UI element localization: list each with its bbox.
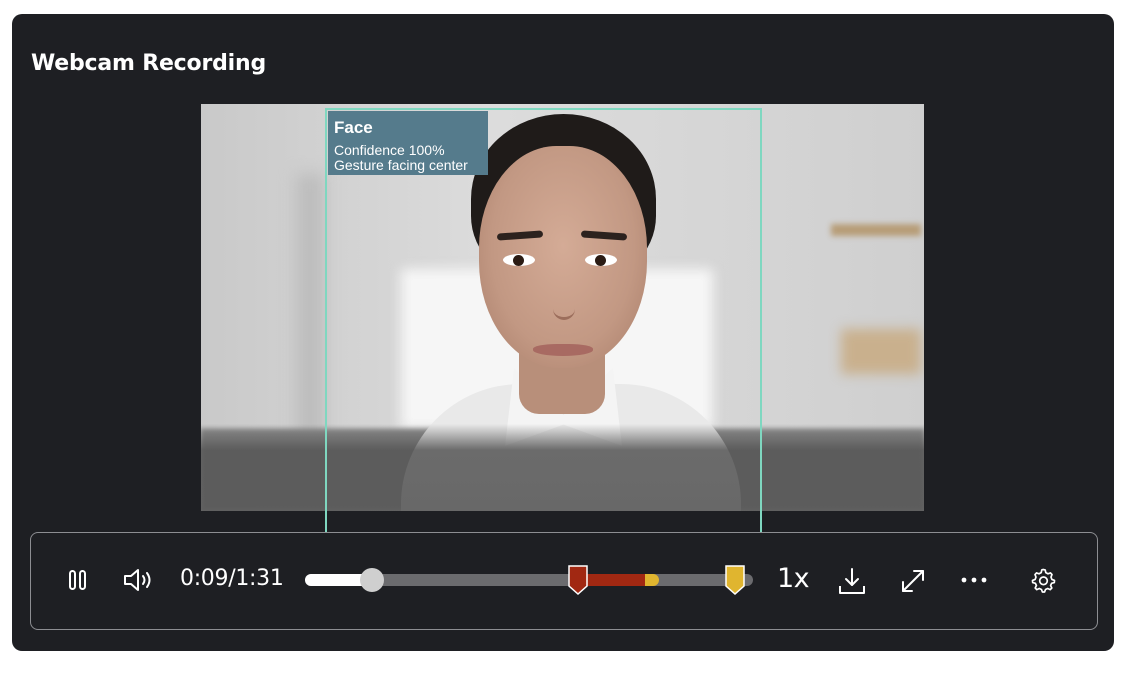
detection-label-title: Face xyxy=(334,118,373,137)
download-icon xyxy=(839,568,865,594)
more-icon xyxy=(961,577,987,583)
seek-thumb[interactable] xyxy=(360,568,385,592)
panel-title: Webcam Recording xyxy=(31,51,266,76)
event-marker-red[interactable] xyxy=(568,565,589,595)
pause-icon xyxy=(69,570,86,590)
fullscreen-button[interactable] xyxy=(895,563,931,599)
event-segment-yellow[interactable] xyxy=(645,574,659,586)
face-detection-label: Face Confidence 100% Gesture facing cent… xyxy=(328,111,488,175)
volume-button[interactable] xyxy=(119,563,159,597)
playback-speed-button[interactable]: 1x xyxy=(777,563,810,594)
expand-icon xyxy=(902,570,924,592)
gear-icon xyxy=(1031,568,1056,593)
webcam-recording-panel: Webcam Recording Face Confidence 100% Ge… xyxy=(12,14,1114,651)
more-options-button[interactable] xyxy=(957,563,991,597)
time-display: 0:09/1:31 xyxy=(180,566,284,591)
event-segment-red[interactable] xyxy=(578,574,646,586)
detection-confidence: Confidence 100% xyxy=(334,142,445,158)
player-controls: 0:09/1:31 1x xyxy=(30,532,1098,630)
settings-button[interactable] xyxy=(1026,563,1060,597)
background-frame xyxy=(841,329,921,374)
download-button[interactable] xyxy=(834,563,870,599)
event-marker-yellow[interactable] xyxy=(725,565,745,595)
background-door xyxy=(296,174,324,444)
pause-button[interactable] xyxy=(61,563,95,597)
background-shelf xyxy=(831,224,921,236)
seek-bar[interactable] xyxy=(305,565,753,595)
volume-icon xyxy=(124,569,151,591)
detection-gesture: Gesture facing center xyxy=(334,157,468,173)
